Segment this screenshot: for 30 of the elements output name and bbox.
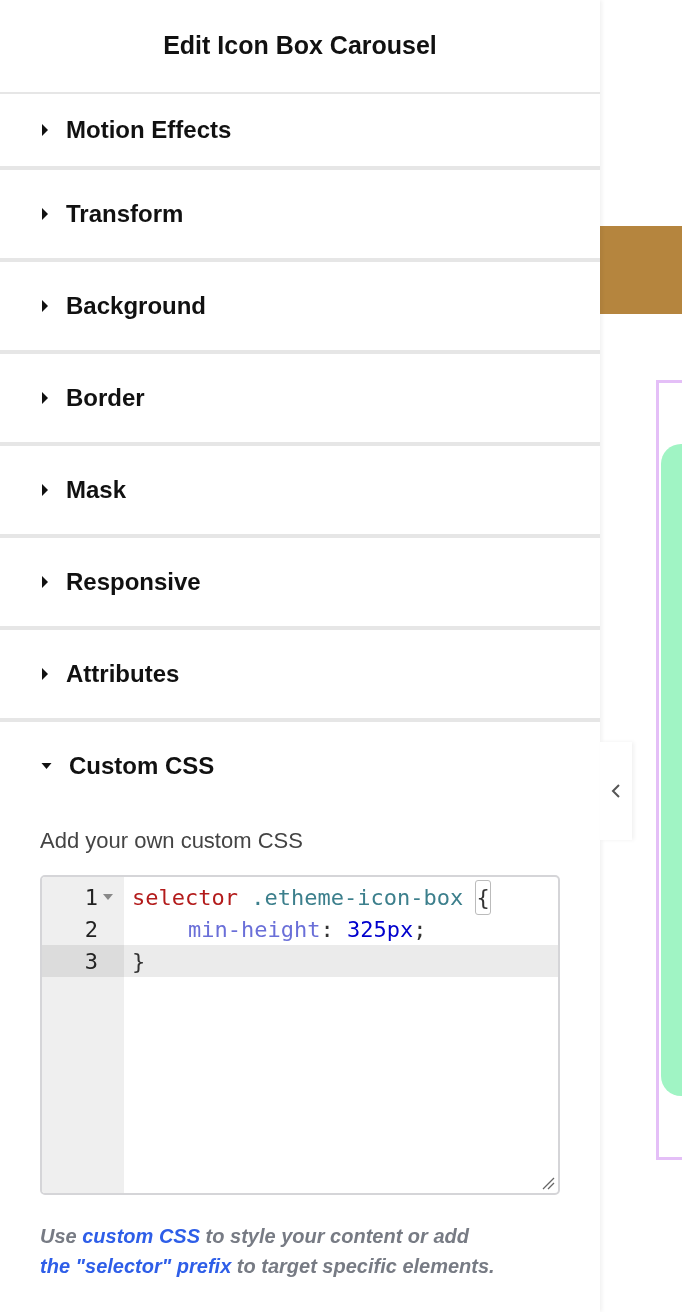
caret-icon bbox=[40, 208, 50, 220]
section-header[interactable]: Border bbox=[0, 350, 600, 442]
fold-arrow-icon[interactable] bbox=[102, 893, 114, 901]
caret-icon bbox=[40, 668, 50, 680]
section-header[interactable]: Background bbox=[0, 258, 600, 350]
caret-icon bbox=[40, 576, 50, 588]
section-header[interactable]: Custom CSS bbox=[0, 718, 600, 810]
section-header[interactable]: Mask bbox=[0, 442, 600, 534]
section-header[interactable]: Attributes bbox=[0, 626, 600, 718]
help-link[interactable]: the "selector" prefix bbox=[40, 1255, 232, 1277]
chevron-left-icon bbox=[611, 783, 621, 799]
code-line: selector .etheme-icon-box { bbox=[124, 881, 558, 913]
caret-icon bbox=[40, 760, 53, 772]
line-number: 1 bbox=[42, 881, 124, 913]
caret-icon bbox=[40, 484, 50, 496]
section-header[interactable]: Transform bbox=[0, 166, 600, 258]
section-header[interactable]: Responsive bbox=[0, 534, 600, 626]
caret-icon bbox=[40, 124, 50, 136]
help-link[interactable]: custom CSS bbox=[82, 1225, 201, 1247]
code-editor[interactable]: 1 2 3 selector .etheme-icon-box { min-height: 325px; } bbox=[40, 875, 560, 1195]
line-number: 2 bbox=[83, 915, 99, 944]
field-label: Add your own custom CSS bbox=[40, 827, 304, 855]
line-number: 3 bbox=[42, 945, 124, 977]
code-line: min-height: 325px; bbox=[187, 915, 428, 944]
section-header[interactable]: Motion Effects bbox=[0, 92, 600, 166]
caret-icon bbox=[40, 392, 50, 404]
resize-handle-icon[interactable] bbox=[541, 1176, 555, 1190]
help-text: Use custom CSS to style your content or add the "selector" prefix to target specific elements. bbox=[40, 1224, 496, 1279]
panel-title: Edit Icon Box Carousel bbox=[162, 30, 438, 62]
caret-icon bbox=[40, 300, 50, 312]
